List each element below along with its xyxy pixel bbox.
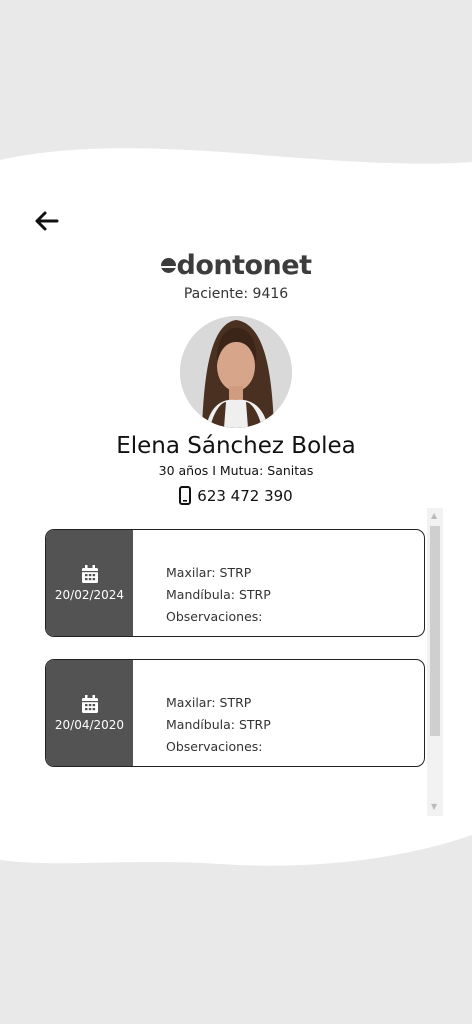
scroll-down-icon[interactable]: ▼	[431, 802, 437, 811]
visit-date-column: 20/04/2020	[46, 660, 133, 766]
patient-name: Elena Sánchez Bolea	[116, 433, 356, 459]
odontonet-logo: dontonet	[0, 250, 472, 281]
visit-observaciones: Observaciones:	[166, 609, 263, 624]
visit-info: Maxilar: STRP Mandíbula: STRP Observacio…	[133, 660, 271, 766]
phone-number: 623 472 390	[197, 486, 293, 505]
patient-details: 30 años I Mutua: Sanitas	[158, 463, 314, 478]
visit-mandibula: Mandíbula: STRP	[166, 717, 271, 732]
visit-date: 20/04/2020	[54, 717, 125, 732]
scrollbar-thumb[interactable]	[430, 526, 440, 736]
avatar	[180, 316, 292, 428]
calendar-icon	[81, 564, 98, 583]
calendar-icon	[81, 694, 98, 713]
visit-observaciones: Observaciones:	[166, 739, 263, 754]
mobile-phone-icon	[179, 486, 192, 505]
visit-maxilar: Maxilar: STRP	[166, 565, 252, 580]
visit-mandibula: Mandíbula: STRP	[166, 587, 271, 602]
visit-card[interactable]: 20/04/2020 Maxilar: STRP Mandíbula: STRP…	[45, 659, 425, 767]
arrow-left-icon	[35, 211, 59, 231]
patient-photo	[180, 316, 292, 428]
visit-date-column: 20/02/2024	[46, 530, 133, 636]
scroll-up-icon[interactable]: ▲	[431, 511, 437, 520]
logo-mark	[160, 258, 176, 273]
visit-maxilar: Maxilar: STRP	[166, 695, 252, 710]
patient-phone[interactable]: 623 472 390	[0, 486, 472, 505]
patient-id: Paciente: 9416	[183, 286, 289, 302]
background-wave	[0, 148, 472, 866]
logo-text: dontonet	[176, 250, 313, 281]
visits-scrollbar[interactable]: ▲ ▼	[427, 508, 443, 816]
visit-date: 20/02/2024	[54, 587, 125, 602]
back-button[interactable]	[30, 206, 62, 236]
visit-card[interactable]: 20/02/2024 Maxilar: STRP Mandíbula: STRP…	[45, 529, 425, 637]
visit-info: Maxilar: STRP Mandíbula: STRP Observacio…	[133, 530, 271, 636]
